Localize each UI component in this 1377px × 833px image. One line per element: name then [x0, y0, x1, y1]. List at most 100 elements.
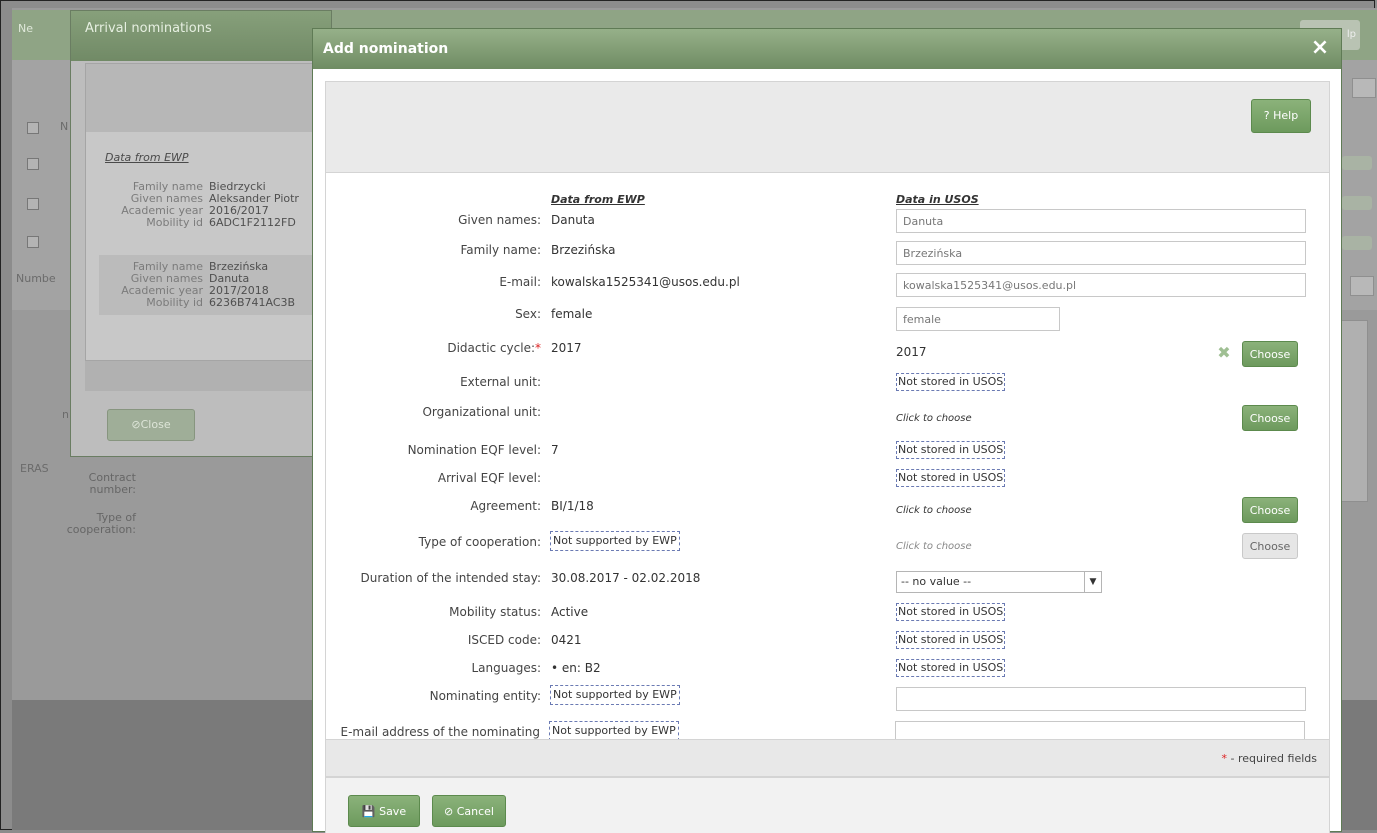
nominating-entity-label: Nominating entity: [429, 689, 541, 703]
add-nomination-dialog: Add nomination × ? Help Data from EWP Da… [312, 28, 1342, 833]
languages-usos: Not stored in USOS [896, 659, 1006, 677]
required-fields-note: * - required fields [1221, 752, 1317, 765]
email-label: E-mail: [499, 275, 541, 289]
nominating-entity-input[interactable] [896, 687, 1306, 711]
agreement-click-to-choose[interactable]: Click to choose [896, 505, 972, 516]
mobility-status-ewp: Active [551, 605, 589, 619]
external-unit-usos: Not stored in USOS [896, 373, 1006, 391]
nomination-eqf-label: Nomination EQF level: [407, 443, 541, 457]
arrival-data-label: Data from EWP [105, 151, 189, 164]
arrival-nominations-title: Arrival nominations [71, 11, 331, 61]
arrival-eqf-label: Arrival EQF level: [437, 471, 541, 485]
sex-ewp: female [551, 307, 593, 321]
external-unit-label: External unit: [460, 375, 541, 389]
help-button[interactable]: ? Help [1251, 99, 1311, 133]
arrival-record[interactable]: Family name Brzezińska Given names Danuta … [99, 255, 331, 315]
isced-label: ISCED code: [467, 633, 541, 647]
sex-label: Sex: [515, 307, 541, 321]
arrival-footer [85, 361, 331, 391]
nomination-form: Data from EWP Data in USOS Given names: … [325, 173, 1330, 739]
family-name-label: Family name: [460, 243, 541, 257]
duration-label: Duration of the intended stay: [360, 571, 541, 585]
background-label: n [62, 408, 69, 421]
mobility-id-value: 6ADC1F2112FD [209, 217, 296, 229]
background-action-pill[interactable] [1342, 236, 1372, 250]
usos-column-header: Data in USOS [896, 193, 979, 206]
didactic-cycle-label-text: Didactic cycle: [447, 341, 535, 355]
nominating-email-ewp: Not supported by EWP [549, 721, 679, 741]
isced-ewp: 0421 [551, 633, 582, 647]
type-of-cooperation-choose-button[interactable]: Choose [1242, 533, 1298, 559]
family-name-value: Biedrzycki [209, 181, 266, 193]
background-dropdown[interactable] [1352, 78, 1376, 98]
close-button[interactable]: ⊘Close [107, 409, 195, 441]
required-fields-text: - required fields [1226, 752, 1317, 765]
arrival-strip [86, 64, 330, 132]
agreement-label: Agreement: [470, 499, 541, 513]
save-button[interactable]: 💾 Save [348, 795, 420, 827]
background-checkbox[interactable] [27, 236, 39, 248]
type-of-cooperation-click-to-choose[interactable]: Click to choose [896, 541, 972, 552]
languages-label: Languages: [471, 661, 541, 675]
close-icon[interactable]: × [1309, 37, 1331, 59]
didactic-cycle-label: Didactic cycle:* [326, 341, 541, 355]
arrival-nominations-window: Arrival nominations Data from EWP Family… [70, 10, 332, 457]
background-dropdown[interactable] [1350, 276, 1374, 296]
background-action-pill[interactable] [1342, 156, 1372, 170]
mobility-status-label: Mobility status: [449, 605, 541, 619]
family-name-ewp: Brzezińska [551, 243, 616, 257]
ewp-column-header: Data from EWP [551, 193, 645, 206]
organizational-unit-click-to-choose[interactable]: Click to choose [896, 413, 972, 424]
agreement-choose-button[interactable]: Choose [1242, 497, 1298, 523]
academic-year-value: 2016/2017 [209, 205, 269, 217]
background-col-label: N [60, 120, 69, 133]
chevron-down-icon: ▼ [1084, 572, 1101, 592]
email-ewp: kowalska1525341@usos.edu.pl [551, 275, 740, 289]
didactic-cycle-choose-button[interactable]: Choose [1242, 341, 1298, 367]
given-names-label: Given names: [458, 213, 541, 227]
dialog-header: Add nomination [313, 29, 1341, 69]
background-tab[interactable]: Ne [18, 22, 33, 35]
dialog-toolbar: ? Help [325, 81, 1330, 173]
background-checkbox[interactable] [27, 198, 39, 210]
family-name-input[interactable]: Brzezińska [896, 241, 1306, 265]
arrival-eqf-usos: Not stored in USOS [896, 469, 1006, 487]
mobility-id-value: 6236B741AC3B [209, 297, 296, 309]
organizational-unit-choose-button[interactable]: Choose [1242, 405, 1298, 431]
didactic-cycle-usos: 2017 [896, 345, 927, 359]
type-of-cooperation-bg-label: Type of cooperation: [66, 511, 136, 536]
mobility-id-key: Mobility id [146, 296, 203, 309]
contract-number-label: Contract number: [88, 471, 136, 496]
didactic-cycle-ewp: 2017 [551, 341, 582, 355]
required-fields-bar: * - required fields [325, 739, 1330, 777]
isced-usos: Not stored in USOS [896, 631, 1006, 649]
duration-select[interactable]: -- no value -- ▼ [896, 571, 1102, 593]
required-mark: * [535, 341, 541, 355]
duration-select-value: -- no value -- [901, 575, 972, 588]
duration-ewp: 30.08.2017 - 02.02.2018 [551, 571, 701, 585]
nominating-entity-ewp: Not supported by EWP [550, 685, 680, 705]
given-names-input[interactable]: Danuta [896, 209, 1306, 233]
background-checkbox[interactable] [27, 158, 39, 170]
remove-icon[interactable]: ✖ [1216, 345, 1232, 361]
arrival-record[interactable]: Family name Biedrzycki Given names Aleksan… [105, 181, 331, 229]
given-names-ewp: Danuta [551, 213, 595, 227]
nomination-eqf-usos: Not stored in USOS [896, 441, 1006, 459]
family-name-value: Brzezińska [209, 261, 269, 273]
given-names-value: Danuta [209, 273, 250, 285]
background-number-label: Numbe [16, 272, 56, 285]
academic-year-value: 2017/2018 [209, 285, 269, 297]
email-input[interactable]: kowalska1525341@usos.edu.pl [896, 273, 1306, 297]
nomination-eqf-ewp: 7 [551, 443, 559, 457]
mobility-status-usos: Not stored in USOS [896, 603, 1006, 621]
background-action-pill[interactable] [1342, 196, 1372, 210]
background-erasmus-label: ERAS [20, 462, 49, 475]
sex-input[interactable]: female [896, 307, 1060, 331]
cancel-button[interactable]: ⊘ Cancel [432, 795, 506, 827]
dialog-footer: 💾 Save ⊘ Cancel [325, 777, 1330, 833]
given-names-value: Aleksander Piotr [209, 193, 299, 205]
background-checkbox[interactable] [27, 122, 39, 134]
type-of-cooperation-label: Type of cooperation: [418, 535, 541, 549]
dialog-title: Add nomination [323, 41, 449, 57]
mobility-id-key: Mobility id [146, 216, 203, 229]
